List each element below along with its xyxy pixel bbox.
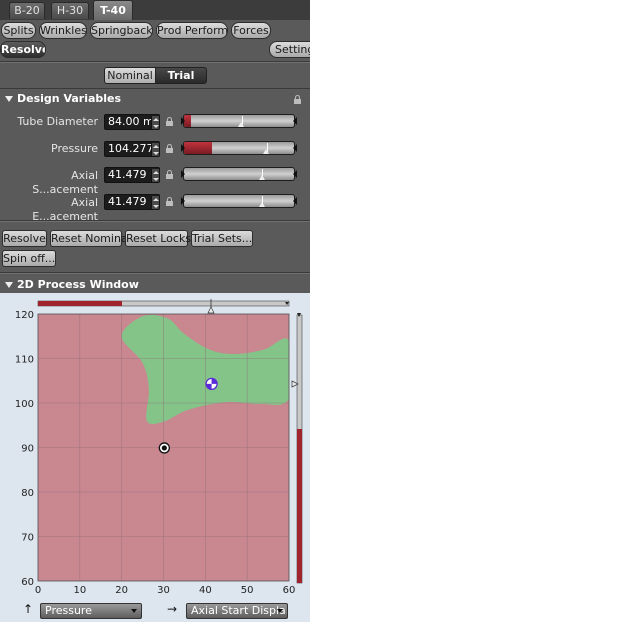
design-variables-header[interactable]: Design Variables	[0, 90, 310, 108]
forces-button[interactable]: Forces	[231, 22, 271, 39]
spinner-icon[interactable]	[151, 196, 159, 209]
y-range-fill	[297, 429, 302, 583]
settings-button[interactable]: Settings	[269, 41, 310, 58]
x-tick-label: 30	[157, 585, 170, 596]
nominal-point-center	[161, 445, 167, 451]
tab-strip: B-20 H-30 T-40	[0, 0, 310, 20]
variable-slider[interactable]	[181, 141, 297, 155]
x-axis-arrow-icon: →	[167, 602, 178, 616]
variable-label: Tube Diameter	[17, 115, 98, 128]
variable-value: 41.479	[108, 168, 147, 181]
variable-slider[interactable]	[181, 114, 297, 128]
y-tick-label: 110	[15, 355, 34, 366]
spinner-icon[interactable]	[151, 116, 159, 129]
lock-icon[interactable]	[166, 170, 175, 179]
slider-fill	[184, 142, 212, 154]
variable-label: Axial S...acement	[32, 169, 98, 196]
resolve-action-button[interactable]: Resolve	[2, 230, 47, 247]
app-window: B-20 H-30 T-40 Splits Wrinkles Springbac…	[0, 0, 310, 622]
x-range-fill	[38, 301, 122, 306]
lock-icon[interactable]	[166, 117, 175, 126]
slider-knob-icon[interactable]	[259, 202, 265, 207]
reset-locks-button[interactable]: Reset Locks	[125, 230, 191, 247]
y-tick-label: 80	[21, 488, 34, 499]
lock-icon[interactable]	[294, 95, 303, 104]
resolve-button[interactable]: Resolve	[0, 41, 46, 58]
x-tick-label: 50	[241, 585, 254, 596]
y-axis-select[interactable]: Pressure	[40, 603, 142, 619]
nominal-toggle[interactable]: Nominal	[104, 67, 156, 84]
process-window-chart[interactable]: 0 10 20 30 40 50 60 60 70 80 90 100 110 120	[0, 293, 310, 598]
y-axis-arrow-icon: ↑	[23, 602, 34, 616]
y-axis-select-label: Pressure	[45, 604, 92, 617]
wrinkles-button[interactable]: Wrinkles	[39, 22, 87, 39]
variable-slider[interactable]	[181, 167, 297, 181]
y-tick-label: 90	[21, 444, 34, 455]
chevron-down-icon	[131, 609, 137, 613]
tab-t40[interactable]: T-40	[93, 0, 133, 20]
trial-toggle[interactable]: Trial	[155, 67, 207, 84]
y-tick-label: 120	[15, 310, 34, 321]
y-tick-label: 100	[15, 399, 34, 410]
slider-knob-icon[interactable]	[238, 122, 244, 127]
x-tick-label: 20	[115, 585, 128, 596]
process-window-header[interactable]: 2D Process Window	[0, 276, 310, 294]
variable-value: 104.277	[108, 142, 154, 155]
springback-button[interactable]: Springback	[90, 22, 153, 39]
reset-nominal-button[interactable]: Reset Nominal	[50, 230, 131, 247]
variable-value-field[interactable]: 104.277	[104, 141, 160, 157]
variable-value: 41.479	[108, 195, 147, 208]
variable-slider[interactable]	[181, 194, 297, 208]
splits-button[interactable]: Splits	[1, 22, 36, 39]
collapse-triangle-icon[interactable]	[5, 96, 13, 102]
slider-knob-icon[interactable]	[263, 149, 269, 154]
y-tick-label: 70	[21, 533, 34, 544]
y-tick-label: 60	[21, 577, 34, 588]
x-tick-label: 0	[35, 585, 41, 596]
spin-off-button[interactable]: Spin off...	[2, 250, 56, 267]
design-variables-title: Design Variables	[17, 92, 122, 105]
variable-value-field[interactable]: 84.00 mm	[104, 114, 160, 130]
tab-b20[interactable]: B-20	[9, 2, 45, 19]
slider-knob-icon[interactable]	[259, 175, 265, 180]
lock-icon[interactable]	[166, 144, 175, 153]
collapse-triangle-icon[interactable]	[5, 282, 13, 288]
prod-perform-button[interactable]: Prod Perform	[156, 22, 228, 39]
x-tick-label: 60	[283, 585, 296, 596]
trial-sets-button[interactable]: Trial Sets...	[191, 230, 253, 247]
lock-icon[interactable]	[166, 197, 175, 206]
x-tick-label: 40	[199, 585, 212, 596]
spinner-icon[interactable]	[151, 169, 159, 182]
spinner-icon[interactable]	[151, 143, 159, 156]
variable-value-field[interactable]: 41.479	[104, 167, 160, 183]
x-tick-label: 10	[73, 585, 86, 596]
process-window-title: 2D Process Window	[17, 278, 139, 291]
x-axis-select-label: Axial Start Displa...	[191, 604, 288, 617]
chevron-down-icon	[277, 609, 283, 613]
variable-value-field[interactable]: 41.479	[104, 194, 160, 210]
x-axis-select[interactable]: Axial Start Displa...	[186, 603, 288, 619]
process-window-panel: 0 10 20 30 40 50 60 60 70 80 90 100 110 120 ↑ Pressu…	[0, 293, 310, 622]
variable-label: Pressure	[51, 142, 98, 155]
tab-h30[interactable]: H-30	[51, 2, 89, 19]
